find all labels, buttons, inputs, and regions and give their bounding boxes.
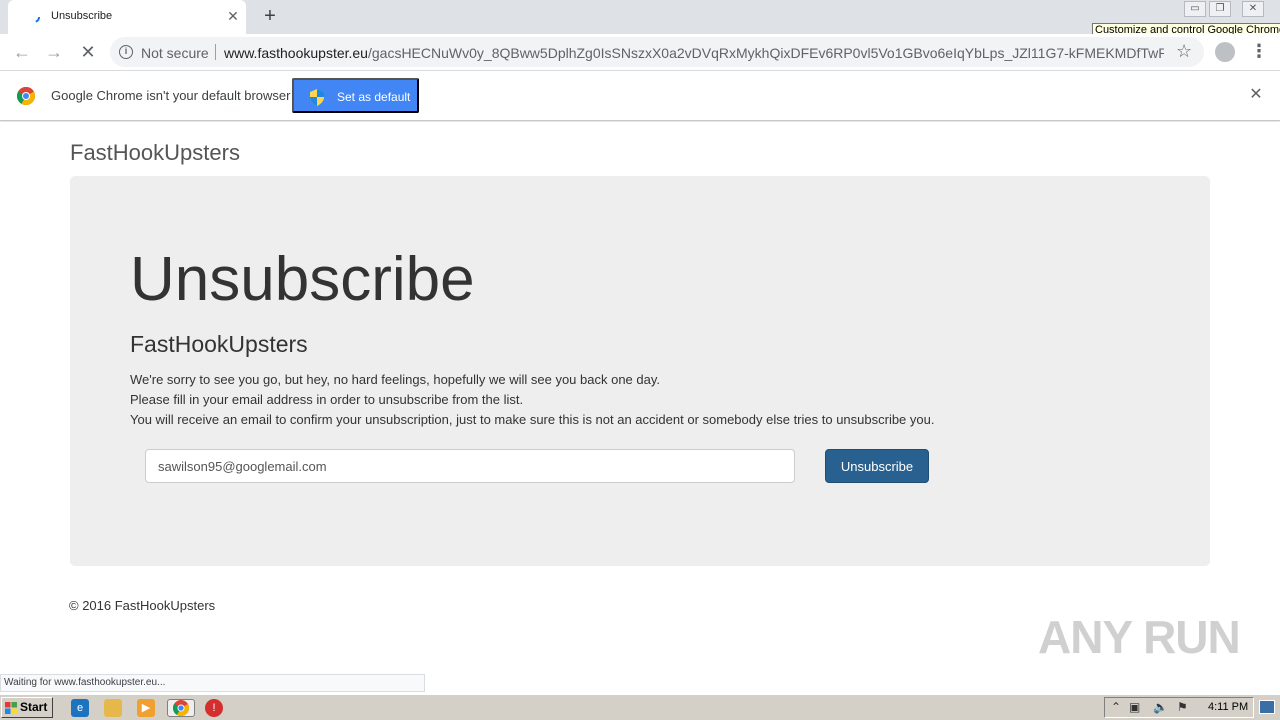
email-input[interactable] — [145, 449, 795, 483]
footer-copyright: © 2016 FastHookUpsters — [69, 598, 216, 613]
star-icon[interactable]: ☆ — [1176, 41, 1192, 62]
back-arrow-icon[interactable]: ← — [10, 40, 34, 64]
browser-toolbar: ← → ✕ i Not secure www.fasthookupster.eu… — [0, 34, 1280, 71]
set-as-default-button[interactable]: Set as default — [292, 78, 419, 113]
tab-strip: Unsubscribe ✕ + ▭ ❐ ✕ Customize and cont… — [0, 0, 1280, 38]
message-line: Please fill in your email address in ord… — [130, 392, 524, 407]
spinner-icon — [28, 11, 40, 23]
taskbar: Start e ▶ ! ⌃ ▣ 🔈 ⚑ 4:11 PM — [0, 694, 1280, 720]
jumbotron: Unsubscribe FastHookUpsters We're sorry … — [70, 176, 1210, 566]
url-text[interactable]: www.fasthookupster.eu/gacsHECNuWv0y_8QBw… — [224, 45, 1164, 61]
shield-icon — [310, 89, 324, 106]
network-icon[interactable]: ▣ — [1129, 700, 1140, 714]
page-subtitle: FastHookUpsters — [130, 331, 308, 357]
start-label: Start — [20, 700, 48, 714]
tab-unsubscribe[interactable]: Unsubscribe ✕ — [8, 0, 246, 34]
message-line: We're sorry to see you go, but hey, no h… — [130, 372, 661, 387]
reload-stop-icon[interactable]: ✕ — [76, 40, 100, 64]
site-brand[interactable]: FastHookUpsters — [70, 140, 240, 166]
minimize-button[interactable]: ▭ — [1184, 1, 1206, 17]
url-path: /gacsHECNuWv0y_8QBww5DplhZg0IsSNszxX0a2v… — [367, 45, 1164, 61]
clock[interactable]: 4:11 PM — [1208, 701, 1248, 713]
windows-flag-icon — [5, 702, 17, 714]
plus-icon[interactable]: + — [259, 6, 281, 28]
chrome-logo-icon — [172, 700, 190, 717]
message-text: We're sorry to see you go, but hey, no h… — [130, 370, 934, 430]
default-browser-infobar: Google Chrome isn't your default browser… — [0, 71, 1280, 121]
folder-icon[interactable] — [104, 699, 122, 717]
flag-icon[interactable]: ⚑ — [1177, 700, 1188, 714]
tab-title: Unsubscribe — [51, 10, 113, 22]
tray-expand-icon[interactable]: ⌃ — [1111, 700, 1121, 714]
info-icon[interactable]: i — [119, 45, 133, 59]
close-icon[interactable]: ✕ — [1248, 87, 1264, 103]
infobar-message: Google Chrome isn't your default browser — [51, 88, 291, 103]
close-icon[interactable]: ✕ — [225, 8, 241, 24]
set-as-default-label: Set as default — [337, 90, 411, 104]
page-title: Unsubscribe — [130, 245, 475, 314]
status-bubble: Waiting for www.fasthookupster.eu... — [0, 674, 425, 692]
screen: Unsubscribe ✕ + ▭ ❐ ✕ Customize and cont… — [0, 0, 1280, 720]
chrome-logo-icon — [17, 87, 35, 105]
close-window-button[interactable]: ✕ — [1242, 1, 1264, 17]
chrome-taskbar-icon[interactable] — [167, 699, 195, 717]
forward-arrow-icon[interactable]: → — [42, 40, 66, 64]
stop-icon[interactable]: ! — [205, 699, 223, 717]
unsubscribe-button[interactable]: Unsubscribe — [825, 449, 929, 483]
ie-icon[interactable]: e — [71, 699, 89, 717]
restore-button[interactable]: ❐ — [1209, 1, 1231, 17]
more-vert-icon[interactable]: ⋮ — [1250, 42, 1268, 62]
watermark-logo: ANY RUN — [1038, 611, 1241, 663]
media-player-icon[interactable]: ▶ — [137, 699, 155, 717]
message-line: You will receive an email to confirm you… — [130, 412, 935, 427]
separator — [215, 44, 216, 60]
security-label[interactable]: Not secure — [141, 45, 209, 61]
page-content: FastHookUpsters Unsubscribe FastHookUpst… — [0, 122, 1280, 692]
volume-icon[interactable]: 🔈 — [1153, 700, 1168, 714]
url-host: www.fasthookupster.eu — [224, 45, 368, 61]
show-desktop-button[interactable] — [1259, 700, 1275, 714]
profile-icon[interactable] — [1215, 42, 1235, 62]
address-bar[interactable]: i Not secure www.fasthookupster.eu/gacsH… — [110, 37, 1204, 67]
start-button[interactable]: Start — [1, 697, 53, 718]
